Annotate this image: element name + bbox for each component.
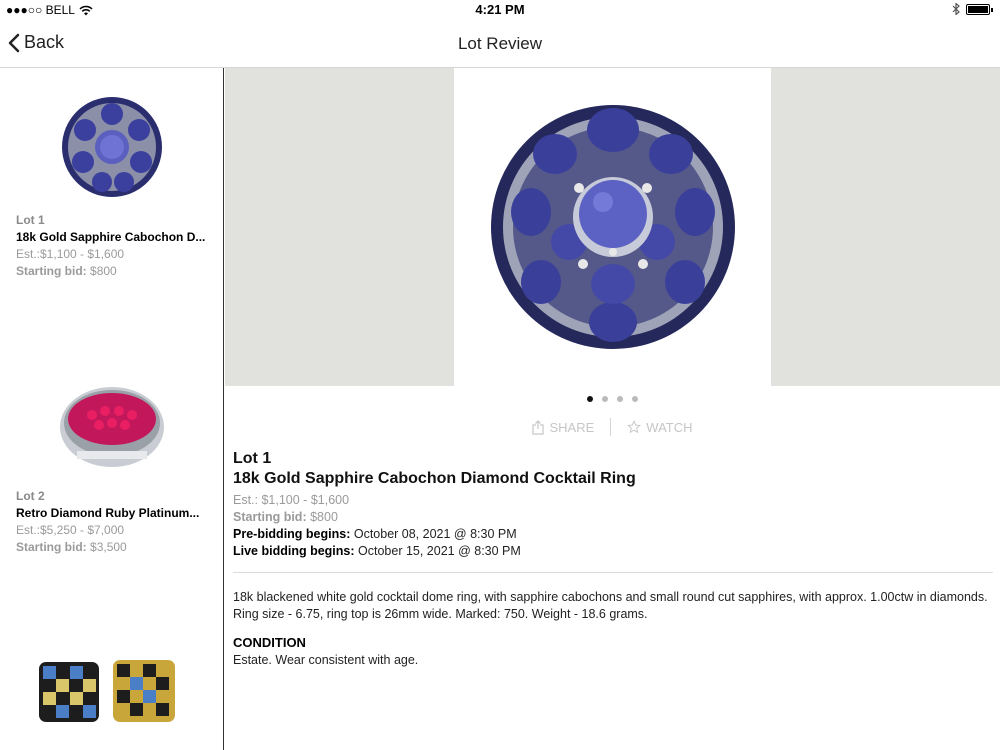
- starting-bid-value: $800: [90, 264, 117, 278]
- bluetooth-icon: [952, 3, 960, 15]
- live-bidding-date: Live bidding begins: October 15, 2021 @ …: [233, 543, 993, 560]
- lot-estimate: Est.: $1,100 - $1,600: [233, 493, 350, 507]
- lot-list-item[interactable]: Lot 2 Retro Diamond Ruby Platinum... Est…: [0, 358, 223, 556]
- live-bidding-label: Live bidding begins:: [233, 544, 355, 558]
- share-button[interactable]: SHARE: [516, 420, 610, 435]
- pre-bidding-value: October 08, 2021 @ 8:30 PM: [353, 527, 517, 541]
- starting-bid-label: Starting bid:: [233, 510, 307, 524]
- checkerboard-earrings-thumbnail: [0, 628, 223, 750]
- lot-estimate: Est.:$5,250 - $7,000: [16, 523, 125, 537]
- lot-description: 18k blackened white gold cocktail dome r…: [233, 590, 988, 621]
- lot-list[interactable]: Lot 1 18k Gold Sapphire Cabochon D... Es…: [0, 68, 224, 750]
- sapphire-ring-thumbnail: [0, 82, 223, 212]
- lot-number: Lot 1: [16, 213, 45, 227]
- sapphire-cocktail-ring-photo: [454, 68, 771, 386]
- carousel-dot[interactable]: [602, 396, 608, 402]
- lot-detail: SHARE WATCH Lot 1 18k Gold Sapphire Cabo…: [225, 68, 1000, 750]
- star-icon: [627, 420, 642, 434]
- nav-bar: Back Lot Review: [0, 20, 1000, 68]
- starting-bid-value: $3,500: [90, 540, 127, 554]
- starting-bid-label: Starting bid:: [16, 540, 87, 554]
- status-time: 4:21 PM: [475, 2, 525, 17]
- lot-number: Lot 2: [16, 489, 45, 503]
- ruby-ring-thumbnail: [0, 358, 223, 488]
- status-bar: ●●●○○ BELL 4:21 PM: [0, 0, 1000, 20]
- page-title: Lot Review: [457, 34, 543, 53]
- lot-actions: SHARE WATCH: [225, 418, 1000, 436]
- condition-text: Estate. Wear consistent with age.: [233, 653, 419, 667]
- carousel-dot[interactable]: [632, 396, 638, 402]
- share-label: SHARE: [549, 419, 595, 435]
- watch-button[interactable]: WATCH: [611, 420, 708, 435]
- section-divider: [233, 572, 993, 573]
- pre-bidding-label: Pre-bidding begins:: [233, 527, 351, 541]
- lot-title: 18k Gold Sapphire Cabochon D...: [16, 230, 206, 244]
- battery-icon: [966, 3, 993, 15]
- watch-label: WATCH: [646, 419, 693, 435]
- lot-starting-bid: Starting bid: $3,500: [16, 539, 223, 556]
- starting-bid-label: Starting bid:: [16, 264, 87, 278]
- lot-list-item[interactable]: Lot 1 18k Gold Sapphire Cabochon D... Es…: [0, 82, 223, 280]
- carousel-dot[interactable]: [587, 396, 593, 402]
- status-right: [952, 3, 993, 15]
- live-bidding-value: October 15, 2021 @ 8:30 PM: [358, 544, 521, 558]
- carousel-pagination[interactable]: [225, 396, 1000, 402]
- lot-list-item[interactable]: [0, 628, 223, 750]
- pre-bidding-date: Pre-bidding begins: October 08, 2021 @ 8…: [233, 526, 993, 543]
- lot-number: Lot 1: [233, 450, 272, 467]
- lot-title: Retro Diamond Ruby Platinum...: [16, 506, 200, 520]
- lot-estimate: Est.:$1,100 - $1,600: [16, 247, 125, 261]
- share-icon: [532, 419, 545, 435]
- condition-heading: CONDITION: [233, 635, 306, 650]
- lot-info: Lot 1 18k Gold Sapphire Cabochon Diamond…: [233, 450, 993, 669]
- starting-bid-value: $800: [310, 510, 338, 524]
- carousel-dot[interactable]: [617, 396, 623, 402]
- lot-starting-bid: Starting bid: $800: [16, 263, 223, 280]
- lot-title: 18k Gold Sapphire Cabochon Diamond Cockt…: [233, 470, 636, 487]
- lot-starting-bid: Starting bid: $800: [233, 509, 993, 526]
- image-carousel[interactable]: [225, 68, 1000, 386]
